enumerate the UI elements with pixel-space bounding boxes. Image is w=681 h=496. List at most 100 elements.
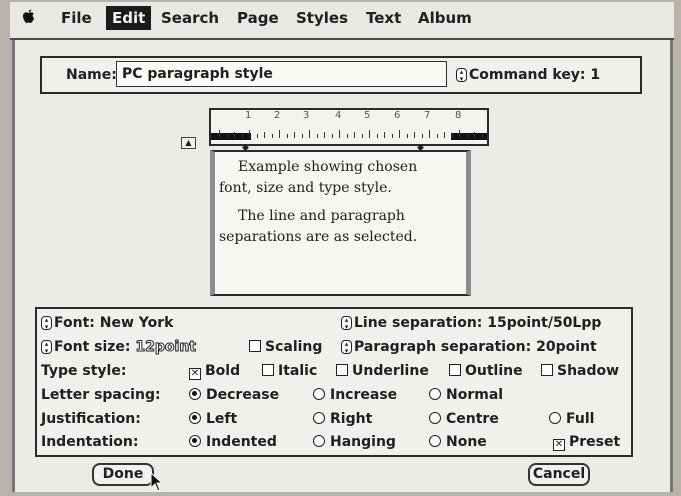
decrease-radio[interactable]: Decrease xyxy=(189,386,279,404)
done-button[interactable]: Done xyxy=(92,463,154,486)
checkbox-icon xyxy=(336,364,348,376)
spinner-icon: ▴ ▾ xyxy=(41,340,52,355)
ruler-number: 3 xyxy=(303,110,310,121)
spinner-icon: ▴ ▾ xyxy=(41,316,52,331)
ruler-tick xyxy=(309,130,310,138)
checkbox-icon xyxy=(249,340,261,352)
ruler-tick xyxy=(391,134,393,138)
menu-page[interactable]: Page xyxy=(231,6,285,30)
radio-icon xyxy=(313,412,325,424)
preset-checkbox[interactable]: ✕ Preset xyxy=(553,433,620,451)
ruler-number: 7 xyxy=(424,110,431,121)
ruler-tick xyxy=(414,132,415,138)
menu-search[interactable]: Search xyxy=(155,6,225,30)
ruler-tick xyxy=(249,130,250,138)
ruler-number: 5 xyxy=(364,110,371,121)
shadow-label: Shadow xyxy=(557,363,620,379)
ruler-number: 1 xyxy=(245,110,252,121)
radio-icon xyxy=(313,388,325,400)
paragraph-separation-selector[interactable]: ▴ ▾ Paragraph separation: 20point xyxy=(341,338,597,356)
bold-checkbox[interactable]: ✕ Bold xyxy=(189,362,240,380)
ruler-number: 4 xyxy=(335,110,342,121)
preset-label: Preset xyxy=(569,434,621,450)
font-selector[interactable]: ▴ ▾ Font: New York xyxy=(41,314,173,332)
command-key-selector[interactable]: ▴ ▾ Command key: 1 xyxy=(456,66,600,84)
full-radio[interactable]: Full xyxy=(549,410,594,428)
name-label: Name: xyxy=(66,67,117,83)
menu-text[interactable]: Text xyxy=(360,6,407,30)
ruler-tick xyxy=(444,132,445,138)
ruler-number: 6 xyxy=(394,110,401,121)
example-line-3: The line and paragraph xyxy=(238,208,405,224)
apple-menu-icon[interactable] xyxy=(22,9,35,28)
menu-file[interactable]: File xyxy=(55,6,98,30)
indented-radio[interactable]: Indented xyxy=(189,433,277,451)
name-field[interactable]: PC paragraph style xyxy=(116,61,447,87)
example-line-4: separations are as selected. xyxy=(219,229,418,245)
bold-label: Bold xyxy=(205,363,241,379)
scaling-label: Scaling xyxy=(265,339,323,355)
radio-selected-icon xyxy=(189,435,201,447)
checked-box-icon: ✕ xyxy=(189,368,201,380)
ruler-tick xyxy=(339,130,340,138)
example-preview-box: Example showing chosen font, size and ty… xyxy=(210,150,471,296)
centre-radio[interactable]: Centre xyxy=(429,410,499,428)
ruler-tick xyxy=(459,130,460,138)
menu-edit[interactable]: Edit xyxy=(106,6,152,30)
ruler-tick xyxy=(234,132,235,138)
ruler-tick xyxy=(421,134,423,138)
underline-checkbox[interactable]: Underline xyxy=(336,362,429,380)
ruler-tick xyxy=(264,132,265,138)
example-line-2: font, size and type style. xyxy=(219,180,392,196)
cancel-button[interactable]: Cancel xyxy=(528,463,590,486)
hanging-label: Hanging xyxy=(330,434,396,450)
none-radio[interactable]: None xyxy=(429,433,487,451)
checkbox-icon xyxy=(262,364,274,376)
line-separation-label: Line separation: 15point/50Lpp xyxy=(354,315,602,331)
radio-icon xyxy=(429,388,441,400)
font-size-selector[interactable]: ▴ ▾ Font size: 12point xyxy=(41,338,196,356)
mouse-pointer-icon xyxy=(150,471,164,496)
ruler-number: 2 xyxy=(274,110,281,121)
radio-icon xyxy=(429,412,441,424)
decrease-label: Decrease xyxy=(206,387,280,403)
spinner-icon: ▴ ▾ xyxy=(341,316,352,331)
font-size-value: 12point xyxy=(135,339,197,356)
ruler-tick xyxy=(286,134,288,138)
ruler-tick xyxy=(316,134,318,138)
italic-label: Italic xyxy=(278,363,318,379)
ruler-tick xyxy=(219,130,220,138)
normal-radio[interactable]: Normal xyxy=(429,386,503,404)
ruler[interactable]: 1 2 3 4 5 6 7 8 xyxy=(209,108,489,146)
underline-label: Underline xyxy=(352,363,429,379)
ruler-tick xyxy=(369,130,370,138)
left-radio[interactable]: Left xyxy=(189,410,237,428)
ruler-tick xyxy=(474,132,475,138)
italic-checkbox[interactable]: Italic xyxy=(262,362,317,380)
ruler-tick xyxy=(256,134,258,138)
shadow-checkbox[interactable]: Shadow xyxy=(541,362,619,380)
font-label: Font: New York xyxy=(54,315,174,331)
right-label: Right xyxy=(330,411,373,427)
outline-checkbox[interactable]: Outline xyxy=(449,362,523,380)
checkbox-icon xyxy=(449,364,461,376)
increase-radio[interactable]: Increase xyxy=(313,386,397,404)
font-size-label: Font size: xyxy=(54,339,131,355)
right-radio[interactable]: Right xyxy=(313,410,372,428)
outline-label: Outline xyxy=(465,363,523,379)
radio-icon xyxy=(313,435,325,447)
ruler-indent-marker-icon[interactable]: ▲ xyxy=(181,137,196,149)
command-key-label: Command key: 1 xyxy=(469,67,601,83)
hanging-radio[interactable]: Hanging xyxy=(313,433,396,451)
radio-selected-icon xyxy=(189,388,201,400)
scaling-checkbox[interactable]: Scaling xyxy=(249,338,322,356)
menu-styles[interactable]: Styles xyxy=(290,6,354,30)
line-separation-selector[interactable]: ▴ ▾ Line separation: 15point/50Lpp xyxy=(341,314,601,332)
ruler-tick xyxy=(271,134,273,138)
ruler-tick xyxy=(324,132,325,138)
menu-album[interactable]: Album xyxy=(412,6,478,30)
spinner-icon: ▴ ▾ xyxy=(456,68,467,83)
ruler-tick xyxy=(294,132,295,138)
ruler-tick xyxy=(481,134,483,138)
ruler-tick xyxy=(331,134,333,138)
